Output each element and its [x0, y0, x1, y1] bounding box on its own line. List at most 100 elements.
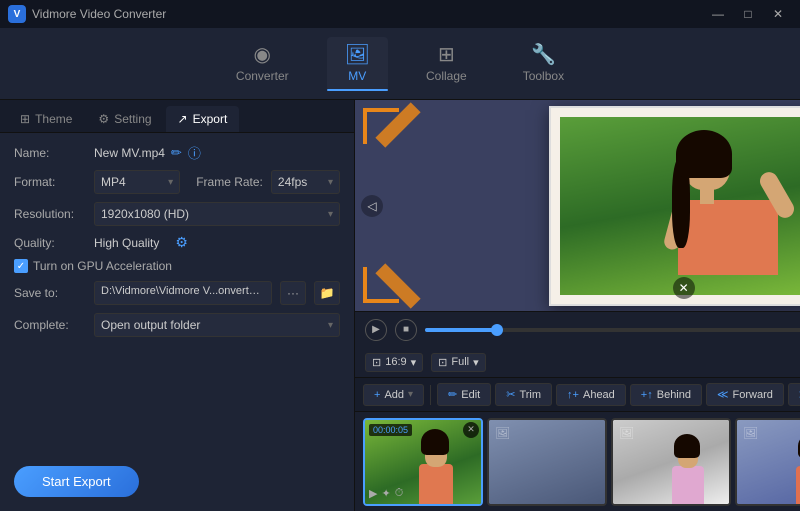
- name-row: Name: New MV.mp4 ✏ ⓘ: [14, 143, 340, 162]
- player-controls: ▶ ■ 00:00:03.23/00:00:20.00 🔊: [355, 311, 800, 347]
- format-select[interactable]: MP4 ▾: [94, 170, 180, 194]
- tab-toolbox[interactable]: 🔧 Toolbox: [505, 37, 582, 91]
- quality-value: High Quality: [94, 236, 159, 250]
- timeline-item-1-icons: ▶ ✦ ⏱: [369, 487, 403, 500]
- forward-icon: ≪: [717, 388, 729, 401]
- timeline-item-1-close[interactable]: ✕: [463, 422, 479, 438]
- tab-collage-label: Collage: [426, 69, 467, 83]
- trim-button[interactable]: ✂ Trim: [495, 383, 552, 406]
- resolution-label: Resolution:: [14, 207, 86, 221]
- timeline-item-1-time: 00:00:05: [369, 424, 412, 436]
- behind-button[interactable]: +↑ Behind: [630, 384, 702, 406]
- info-icon[interactable]: ⓘ: [188, 143, 201, 162]
- tab-converter-label: Converter: [236, 69, 289, 83]
- format-label: Format:: [14, 175, 86, 189]
- timeline-thumb-4: 🖼: [737, 420, 800, 504]
- add-button[interactable]: + Add ▾: [363, 384, 424, 406]
- fit-mode-select[interactable]: ⊡ Full ▾: [431, 353, 485, 372]
- trim-label: Trim: [519, 389, 541, 401]
- progress-bar[interactable]: [425, 328, 800, 332]
- forward-button[interactable]: ≪ Forward: [706, 383, 784, 406]
- add-chevron: ▾: [408, 389, 413, 400]
- photo-icon-4: 🖼: [743, 426, 758, 440]
- start-export-left-button[interactable]: Start Export: [14, 466, 139, 497]
- save-path-more-button[interactable]: ···: [280, 281, 306, 305]
- preview-area: ◁ ▷: [355, 100, 800, 311]
- tab-converter[interactable]: ◉ Converter: [218, 37, 307, 91]
- main-area: ⊞ Theme ⚙ Setting ↗ Export Name: New MV.…: [0, 100, 800, 511]
- edit-button[interactable]: ✏ Edit: [437, 383, 491, 406]
- collage-icon: ⊞: [438, 45, 455, 65]
- forward-label: Forward: [733, 389, 773, 401]
- tab-collage[interactable]: ⊞ Collage: [408, 37, 485, 91]
- complete-chevron: ▾: [328, 320, 333, 331]
- edit-icon: ✏: [448, 388, 457, 401]
- clock-icon: ⏱: [395, 487, 404, 500]
- trim-icon: ✂: [506, 388, 515, 401]
- sub-tab-theme[interactable]: ⊞ Theme: [8, 106, 84, 132]
- edit-label: Edit: [461, 389, 480, 401]
- sub-tab-export[interactable]: ↗ Export: [166, 106, 240, 132]
- name-label: Name:: [14, 146, 86, 160]
- resolution-value: 1920x1080 (HD): [101, 207, 189, 221]
- aspect-chevron: ▾: [411, 356, 417, 369]
- format-value: MP4: [101, 175, 126, 189]
- converter-icon: ◉: [254, 45, 271, 65]
- backward-button[interactable]: ≫ Backward: [788, 383, 800, 406]
- title-bar-controls: — □ ✕: [704, 4, 792, 24]
- photo-icon-3: 🖼: [619, 426, 634, 440]
- ahead-button[interactable]: ↑+ Ahead: [556, 384, 626, 406]
- complete-label: Complete:: [14, 318, 86, 332]
- resolution-select[interactable]: 1920x1080 (HD) ▾: [94, 202, 340, 226]
- close-button[interactable]: ✕: [764, 4, 792, 24]
- timeline-item-3[interactable]: 🖼: [611, 418, 731, 506]
- minimize-button[interactable]: —: [704, 4, 732, 24]
- export-form: Name: New MV.mp4 ✏ ⓘ Format: MP4 ▾ Frame…: [0, 133, 354, 452]
- app-icon: V: [8, 5, 26, 23]
- theme-icon: ⊞: [20, 112, 30, 126]
- tab-mv-label: MV: [348, 69, 366, 83]
- gpu-checkbox-box[interactable]: ✓: [14, 259, 28, 273]
- sub-tab-setting-label: Setting: [114, 112, 151, 126]
- add-label: Add: [384, 389, 404, 401]
- preview-close-button[interactable]: ✕: [673, 277, 695, 299]
- behind-icon: +↑: [641, 389, 653, 401]
- format-chevron: ▾: [168, 177, 173, 188]
- tab-toolbox-label: Toolbox: [523, 69, 564, 83]
- add-icon: +: [374, 389, 380, 401]
- start-export-left-area: Start Export: [0, 452, 354, 511]
- maximize-button[interactable]: □: [734, 4, 762, 24]
- quality-gear-icon[interactable]: ⚙: [175, 234, 188, 251]
- timeline-item-1[interactable]: 00:00:05 ✕ ▶ ✦ ⏱: [363, 418, 483, 506]
- toolbar: + Add ▾ ✏ Edit ✂ Trim ↑+ Ahead +↑ Behind: [355, 377, 800, 411]
- tab-mv[interactable]: 🖼 MV: [327, 37, 388, 91]
- edit-name-icon[interactable]: ✏: [171, 145, 182, 161]
- timeline-item-4[interactable]: 🖼: [735, 418, 800, 506]
- preview-prev-button[interactable]: ◁: [361, 195, 383, 217]
- name-value: New MV.mp4: [94, 146, 165, 160]
- photo-icon-2: 🖼: [495, 426, 510, 440]
- timeline-item-2[interactable]: 🖼: [487, 418, 607, 506]
- sub-tab-setting[interactable]: ⚙ Setting: [86, 106, 163, 132]
- gpu-label: Turn on GPU Acceleration: [33, 259, 172, 273]
- quality-row: Quality: High Quality ⚙: [14, 234, 340, 251]
- star-icon: ✦: [381, 487, 390, 500]
- stop-button[interactable]: ■: [395, 319, 417, 341]
- sub-tab-export-label: Export: [193, 112, 228, 126]
- progress-fill: [425, 328, 497, 332]
- name-value-row: New MV.mp4 ✏ ⓘ: [94, 143, 201, 162]
- save-path-browse-button[interactable]: 📁: [314, 281, 340, 305]
- photo-inner: [560, 117, 800, 295]
- toolbox-icon: 🔧: [531, 45, 556, 65]
- controls-row2-left: ⊡ 16:9 ▾ ⊡ Full ▾: [365, 353, 486, 372]
- complete-select[interactable]: Open output folder ▾: [94, 313, 340, 337]
- resolution-row: Resolution: 1920x1080 (HD) ▾: [14, 202, 340, 226]
- timeline-thumb-3: 🖼: [613, 420, 729, 504]
- toolbar-divider-1: [430, 385, 431, 405]
- aspect-ratio-select[interactable]: ⊡ 16:9 ▾: [365, 353, 423, 372]
- sub-tabs: ⊞ Theme ⚙ Setting ↗ Export: [0, 100, 354, 133]
- framerate-select[interactable]: 24fps ▾: [271, 170, 340, 194]
- gpu-checkbox[interactable]: ✓ Turn on GPU Acceleration: [14, 259, 172, 273]
- complete-value: Open output folder: [101, 318, 200, 332]
- play-button[interactable]: ▶: [365, 319, 387, 341]
